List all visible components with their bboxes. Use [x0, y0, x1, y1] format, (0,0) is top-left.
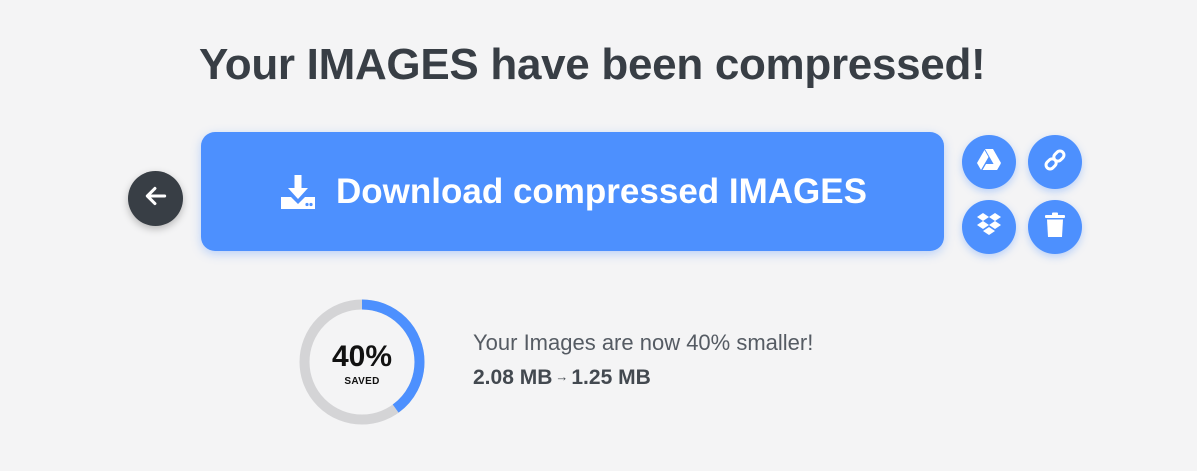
download-button-label: Download compressed IMAGES: [336, 171, 867, 211]
google-drive-button[interactable]: [962, 135, 1016, 189]
savings-percent: 40%: [331, 339, 393, 373]
arrow-right-icon: →: [555, 368, 569, 384]
original-size: 2.08 MB: [473, 366, 553, 389]
size-comparison: 2.08 MB → 1.25 MB: [473, 366, 651, 390]
dropbox-icon: [975, 212, 1003, 243]
compressed-size: 1.25 MB: [571, 366, 651, 389]
download-button[interactable]: Download compressed IMAGES: [201, 132, 944, 251]
copy-link-button[interactable]: [1028, 135, 1082, 189]
trash-icon: [1044, 212, 1066, 243]
google-drive-icon: [976, 148, 1002, 177]
arrow-left-icon: [143, 183, 169, 214]
page-title: Your IMAGES have been compressed!: [199, 40, 986, 89]
link-icon: [1041, 146, 1069, 179]
dropbox-button[interactable]: [962, 200, 1016, 254]
saved-label: SAVED: [344, 375, 380, 387]
result-message: Your Images are now 40% smaller!: [473, 330, 814, 355]
back-button[interactable]: [128, 171, 183, 226]
download-icon: [278, 172, 318, 212]
savings-progress-label: 40% SAVED: [298, 298, 426, 426]
delete-button[interactable]: [1028, 200, 1082, 254]
